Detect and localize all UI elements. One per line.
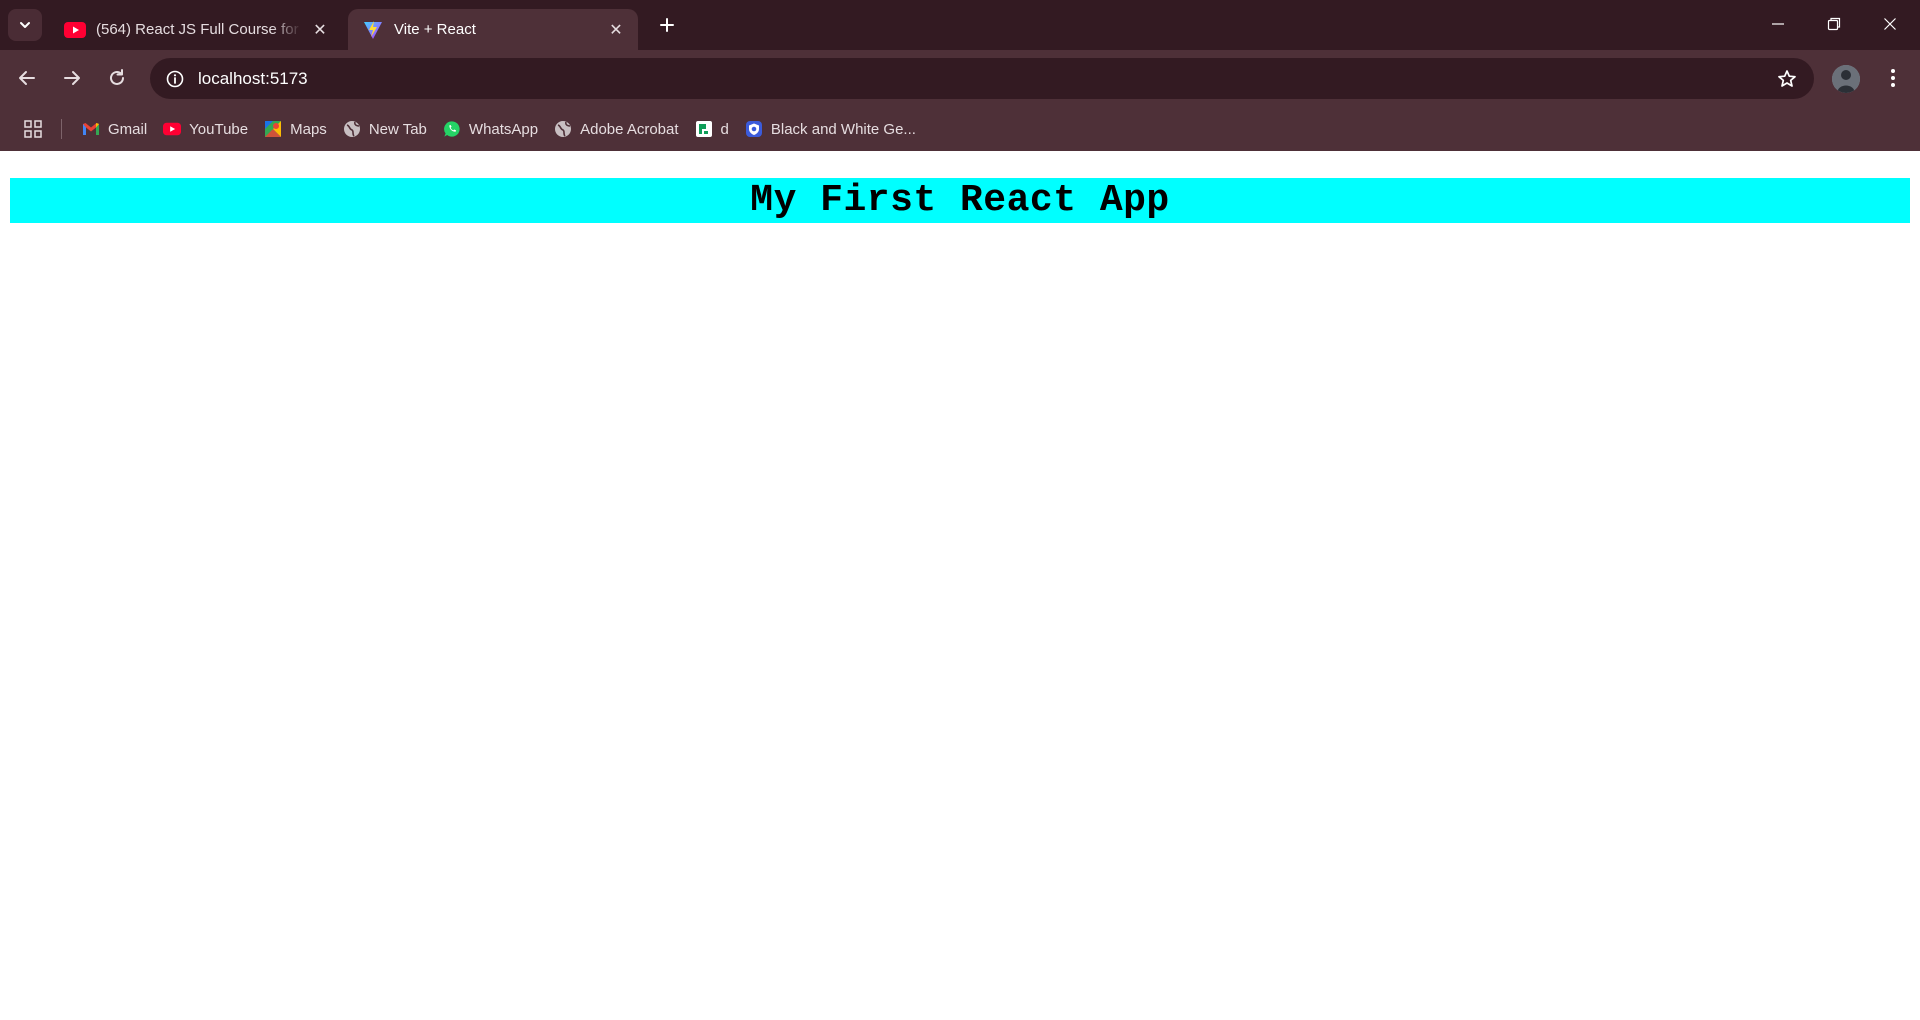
tab-strip: (564) React JS Full Course for Be ✕ Vite… <box>0 0 1920 50</box>
url-text[interactable]: localhost:5173 <box>198 69 1772 89</box>
bookmark-maps[interactable]: Maps <box>256 113 335 145</box>
avatar-icon <box>1832 65 1860 93</box>
close-icon[interactable]: ✕ <box>308 18 332 42</box>
page-content: My First React App <box>0 151 1920 1020</box>
bookmark-gmail[interactable]: Gmail <box>74 113 155 145</box>
profile-avatar[interactable] <box>1832 65 1860 93</box>
bookmark-label: Adobe Acrobat <box>580 120 679 138</box>
minimize-icon <box>1772 23 1784 25</box>
bookmark-label: Gmail <box>108 120 148 138</box>
gmail-icon <box>82 120 100 138</box>
reload-button[interactable] <box>100 61 134 95</box>
youtube-icon <box>163 120 182 138</box>
minimize-button[interactable] <box>1750 0 1806 48</box>
tab-youtube[interactable]: (564) React JS Full Course for Be ✕ <box>50 9 342 50</box>
reload-icon <box>110 69 124 85</box>
apps-grid-icon[interactable] <box>19 115 47 143</box>
doc-icon <box>695 120 713 138</box>
address-bar[interactable]: localhost:5173 <box>150 58 1814 99</box>
more-vertical-icon <box>1891 69 1895 87</box>
bookmark-label: Maps <box>290 120 327 138</box>
bookmark-star-icon[interactable] <box>1772 64 1802 94</box>
page-title: My First React App <box>750 179 1170 222</box>
tab-search-button[interactable] <box>8 9 42 41</box>
bookmark-label: YouTube <box>189 120 249 138</box>
close-icon[interactable]: ✕ <box>604 18 628 42</box>
bookmarks-bar: Gmail YouTube Maps New Tab WhatsApp Adob… <box>0 107 1920 151</box>
browser-menu-button[interactable] <box>1880 61 1906 95</box>
app-header: My First React App <box>10 178 1910 223</box>
browser-toolbar: localhost:5173 <box>0 50 1920 107</box>
back-button[interactable] <box>10 61 44 95</box>
bookmark-black-and-white[interactable]: Black and White Ge... <box>737 113 924 145</box>
whatsapp-icon <box>443 120 461 138</box>
tab-title: Vite + React <box>394 21 476 38</box>
restore-icon <box>1827 17 1841 31</box>
bookmark-label: d <box>720 120 729 138</box>
maps-icon <box>264 120 282 138</box>
tab-vite-react[interactable]: Vite + React ✕ <box>348 9 638 50</box>
plus-icon <box>660 18 674 32</box>
close-icon <box>1884 18 1896 30</box>
bookmark-new-tab[interactable]: New Tab <box>335 113 435 145</box>
tab-title: (564) React JS Full Course for Be <box>96 21 302 38</box>
globe-icon <box>343 120 361 138</box>
site-info-icon[interactable] <box>162 66 188 92</box>
restore-button[interactable] <box>1806 0 1862 48</box>
vite-icon <box>362 20 384 39</box>
forward-button[interactable] <box>55 61 89 95</box>
bookmark-label: WhatsApp <box>468 120 539 138</box>
bookmark-d[interactable]: d <box>687 113 737 145</box>
arrow-left-icon <box>19 71 35 85</box>
bookmark-label: Black and White Ge... <box>770 120 916 138</box>
bookmark-whatsapp[interactable]: WhatsApp <box>435 113 546 145</box>
close-window-button[interactable] <box>1862 0 1918 48</box>
bookmark-youtube[interactable]: YouTube <box>155 113 256 145</box>
bookmarks-divider <box>61 119 62 139</box>
arrow-right-icon <box>64 71 80 85</box>
shield-icon <box>745 120 763 138</box>
globe-icon <box>554 120 572 138</box>
bookmark-label: New Tab <box>368 120 427 138</box>
chevron-down-icon <box>20 22 30 28</box>
new-tab-button[interactable] <box>652 12 682 38</box>
youtube-icon <box>64 21 86 39</box>
bookmark-adobe-acrobat[interactable]: Adobe Acrobat <box>546 113 686 145</box>
